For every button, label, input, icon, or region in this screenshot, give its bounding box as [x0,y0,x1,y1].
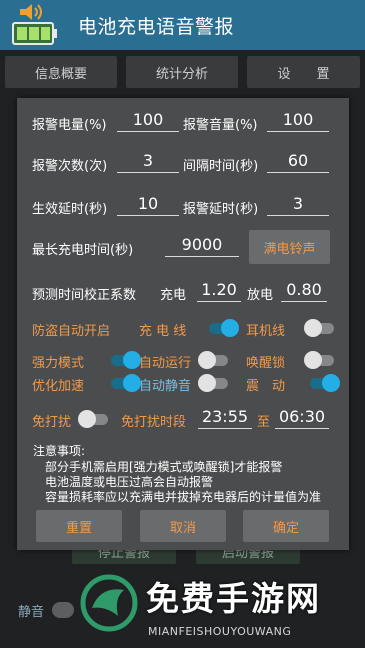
strong-mode-label: 强力模式 [32,356,85,371]
charge-cable-label: 充 电 线 [139,324,187,339]
correction-label: 预测时间校正系数 [32,288,137,303]
app-title: 电池充电语音警报 [78,16,235,38]
alarm-volume-label: 报警音量(%) [183,118,258,133]
reset-button[interactable]: 重置 [36,510,122,542]
dnd-start-field[interactable]: 23:55 [198,407,252,429]
dnd-end-field[interactable]: 06:30 [275,407,329,429]
charge-label: 充电 [160,288,187,303]
alarm-level-label: 报警电量(%) [32,118,107,133]
effect-delay-label: 生效延时(秒) [32,202,108,217]
headphone-label: 耳机线 [246,324,286,339]
cancel-button[interactable]: 取消 [140,510,226,542]
mute-label: 静音 [18,605,45,620]
alarm-delay-label: 报警延时(秒) [183,202,259,217]
discharge-factor-field[interactable]: 0.80 [281,280,327,302]
notes-title: 注意事项: [33,444,86,458]
wake-lock-toggle[interactable] [304,351,336,369]
interval-label: 间隔时间(秒) [183,159,259,174]
app-header: 电池充电语音警报 [0,0,365,50]
strong-mode-toggle[interactable] [109,351,141,369]
max-charge-field[interactable]: 9000 [165,235,239,257]
confirm-button[interactable]: 确定 [243,510,329,542]
dnd-period-label: 免打扰时段 [121,415,187,430]
alarm-level-field[interactable]: 100 [117,110,179,132]
alarm-delay-field[interactable]: 3 [267,194,329,216]
wake-lock-label: 唤醒锁 [246,356,286,371]
auto-run-label: 自动运行 [139,356,192,371]
tab-bar: 信息概要 统计分析 设 置 [0,56,365,90]
tab-info[interactable]: 信息概要 [5,56,117,88]
discharge-label: 放电 [247,288,274,303]
vibrate-label: 震 动 [246,379,286,394]
watermark-subtitle: MIANFEISHOUYOUWANG [148,625,292,638]
full-ring-button[interactable]: 满电铃声 [249,230,330,264]
optimize-toggle[interactable] [109,374,141,392]
watermark-logo-icon [80,574,138,632]
dnd-to-label: 至 [257,415,271,430]
effect-delay-field[interactable]: 10 [117,194,179,216]
settings-dialog: 报警电量(%) 100 报警音量(%) 100 报警次数(次) 3 间隔时间(秒… [17,98,349,550]
interval-field[interactable]: 60 [267,151,329,173]
optimize-label: 优化加速 [32,379,85,394]
note-line: 容量损耗率应以充满电并拔掉充电器后的计量值为准 [45,490,322,504]
auto-mute-toggle[interactable] [198,374,230,392]
alarm-count-label: 报警次数(次) [32,159,108,174]
watermark-title: 免费手游网 [146,579,321,618]
headphone-toggle[interactable] [304,319,336,337]
alarm-count-field[interactable]: 3 [117,151,179,173]
auto-run-toggle[interactable] [198,351,230,369]
tab-settings[interactable]: 设 置 [247,56,360,88]
watermark: 免费手游网 MIANFEISHOUYOUWANG [70,560,360,648]
max-charge-label: 最长充电时间(秒) [32,243,134,258]
battery-speaker-icon [12,4,57,45]
alarm-volume-field[interactable]: 100 [267,110,329,132]
charge-cable-toggle[interactable] [207,319,239,337]
dnd-label: 免打扰 [32,415,72,430]
auto-mute-label: 自动静音 [139,379,192,394]
tab-statistics[interactable]: 统计分析 [126,56,238,88]
anti-theft-label: 防盗自动开启 [32,324,111,339]
charge-factor-field[interactable]: 1.20 [197,280,241,302]
dnd-toggle[interactable] [78,410,110,428]
vibrate-toggle[interactable] [308,374,340,392]
